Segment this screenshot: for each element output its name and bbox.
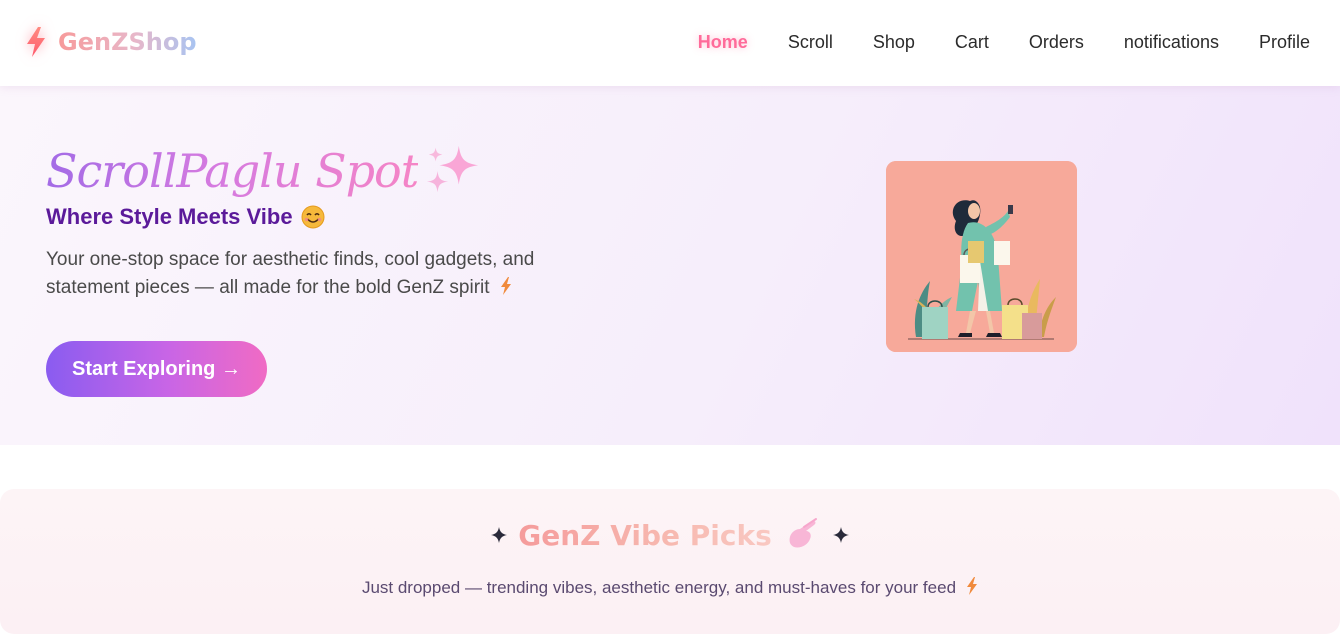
hero-subtitle-text: Where Style Meets Vibe — [46, 204, 293, 229]
hero-title: ScrollPaglu Spot — [46, 138, 482, 204]
picks-title-text: GenZ Vibe Picks — [518, 518, 772, 552]
hero-description: Your one-stop space for aesthetic finds,… — [46, 246, 606, 302]
hero-description-text: Your one-stop space for aesthetic finds,… — [46, 249, 535, 298]
smiling-face-icon — [301, 205, 325, 229]
brand-logo[interactable]: GenZShop — [24, 24, 197, 60]
lightning-bolt-icon — [500, 277, 511, 295]
hero-subtitle: Where Style Meets Vibe — [46, 200, 325, 234]
nav-item-cart[interactable]: Cart — [955, 28, 989, 56]
hero-section: ScrollPaglu Spot Where Style Meets Vibe … — [0, 86, 1340, 445]
lightning-bolt-icon — [27, 27, 45, 57]
sparkle-icon — [491, 527, 508, 543]
picks-description: Just dropped — trending vibes, aesthetic… — [0, 577, 1340, 598]
nav-item-home[interactable]: Home — [698, 28, 748, 56]
shopping-woman-illustration — [886, 161, 1077, 352]
sparkles-icon — [427, 145, 479, 193]
sparkle-icon — [832, 527, 849, 543]
top-navbar: GenZShop Home Scroll Shop Cart Orders no… — [0, 0, 1340, 86]
nav-item-notifications[interactable]: notifications — [1124, 28, 1219, 56]
start-exploring-button[interactable]: Start Exploring → — [46, 341, 267, 397]
picks-heading: GenZ Vibe Picks — [0, 515, 1340, 555]
nav-links: Home Scroll Shop Cart Orders notificatio… — [658, 28, 1310, 56]
picks-description-text: Just dropped — trending vibes, aesthetic… — [361, 578, 957, 597]
nav-item-profile[interactable]: Profile — [1259, 28, 1310, 56]
hero-illustration — [886, 161, 1077, 352]
nav-item-scroll[interactable]: Scroll — [788, 28, 833, 56]
hero-title-text: ScrollPaglu Spot — [46, 144, 419, 198]
pointing-hand-icon — [789, 518, 817, 548]
brand-name: GenZShop — [58, 28, 197, 56]
nav-item-shop[interactable]: Shop — [873, 28, 915, 56]
nav-item-orders[interactable]: Orders — [1029, 28, 1084, 56]
vibe-picks-section: GenZ Vibe Picks Just dropped — trending … — [0, 489, 1340, 634]
lightning-bolt-icon — [967, 577, 978, 595]
